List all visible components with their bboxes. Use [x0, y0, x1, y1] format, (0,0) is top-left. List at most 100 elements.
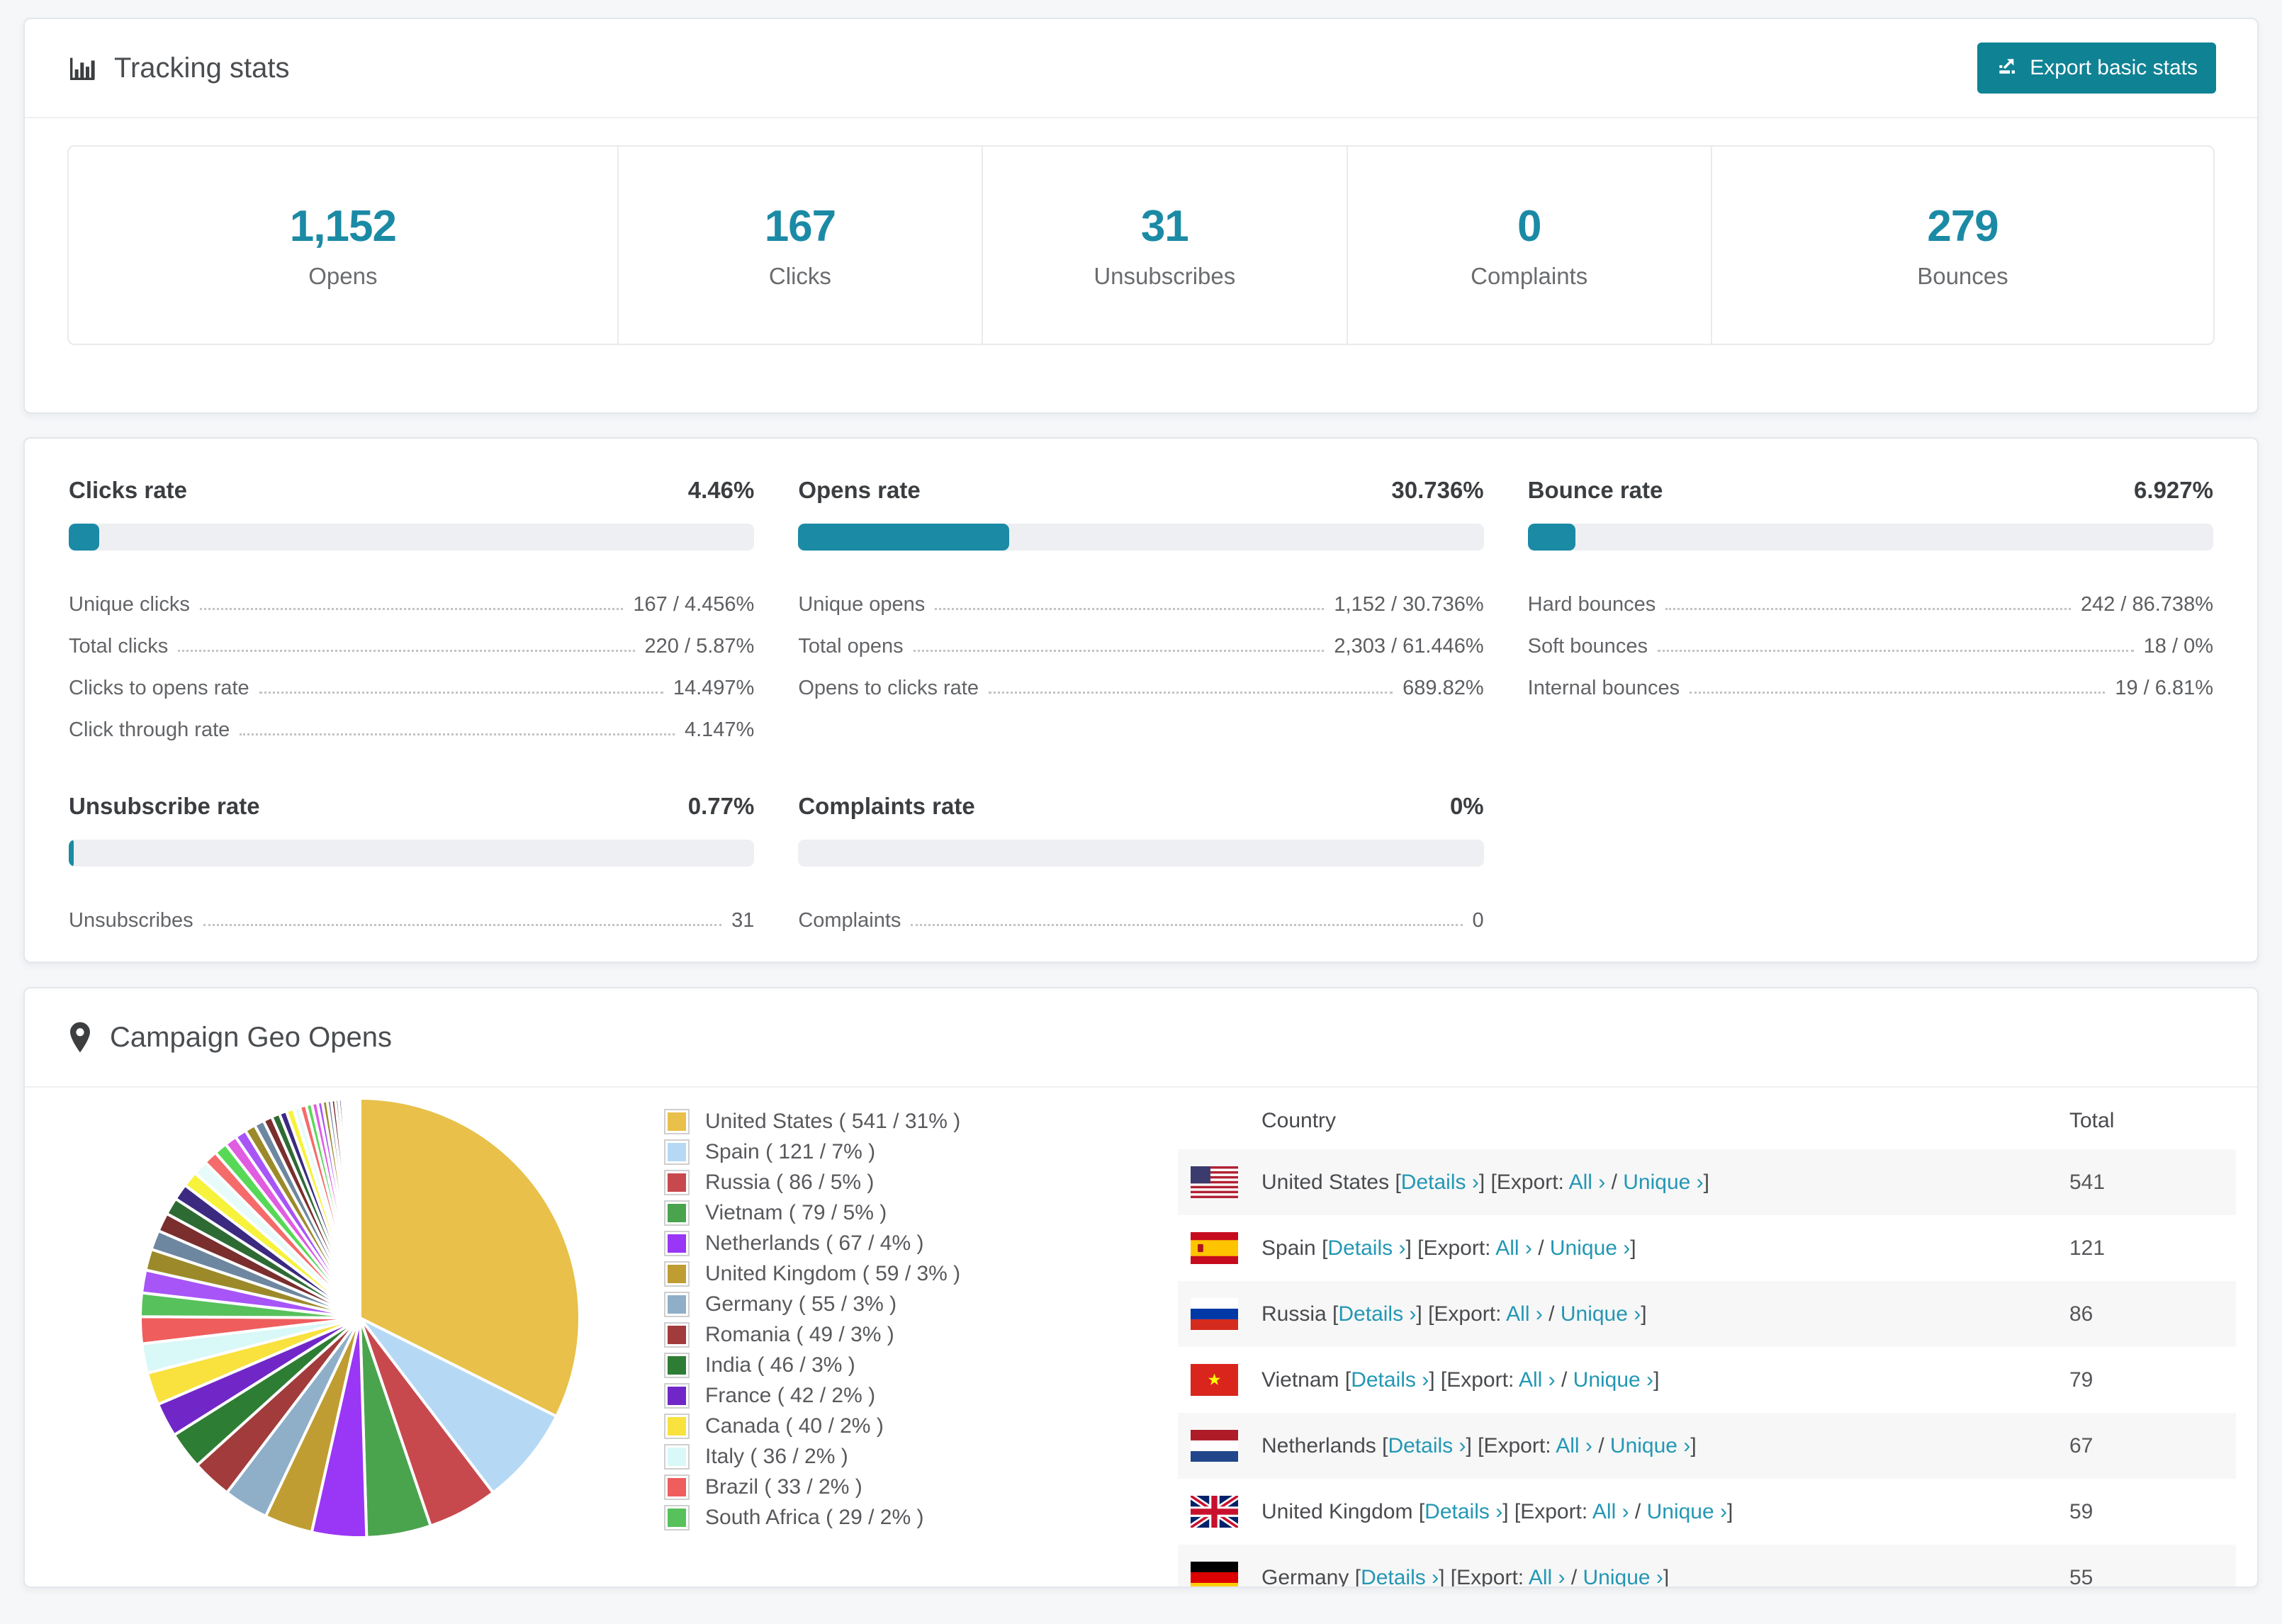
stat-cell: 0 Complaints — [1348, 147, 1712, 344]
rates-row-2: Unsubscribe rate 0.77% Unsubscribes 31 C… — [69, 793, 2213, 932]
stat-label: Bounces — [1917, 262, 2008, 289]
metric-row: Click through rate 4.147% — [69, 700, 754, 742]
legend-swatch — [664, 1261, 690, 1287]
export-unique-link[interactable]: Unique › — [1583, 1566, 1663, 1587]
rate-progress-bar — [69, 524, 755, 551]
country-name: Russia — [1261, 1302, 1327, 1326]
legend-item[interactable]: Italy ( 36 / 2% ) — [664, 1441, 960, 1472]
metric-label: Hard bounces — [1527, 593, 1656, 616]
details-link[interactable]: Details › — [1388, 1434, 1466, 1457]
country-cell: Vietnam [Details ›] [Export: All › / Uni… — [1261, 1368, 1660, 1392]
legend-item[interactable]: Netherlands ( 67 / 4% ) — [664, 1228, 960, 1258]
legend-item[interactable]: United Kingdom ( 59 / 3% ) — [664, 1258, 960, 1289]
rate-title: Clicks rate — [69, 477, 187, 503]
country-flag-icon — [1191, 1496, 1238, 1528]
export-unique-link[interactable]: Unique › — [1647, 1500, 1727, 1523]
metric-label: Internal bounces — [1527, 677, 1680, 699]
export-basic-stats-button[interactable]: Export basic stats — [1977, 43, 2216, 94]
stat-label: Complaints — [1471, 262, 1588, 289]
rate-panel: Complaints rate 0% Complaints 0 — [798, 793, 1484, 932]
country-total: 79 — [2069, 1368, 2093, 1392]
legend-swatch — [664, 1321, 690, 1348]
stat-label: Unsubscribes — [1094, 262, 1236, 289]
legend-item[interactable]: Spain ( 121 / 7% ) — [664, 1137, 960, 1167]
export-all-link[interactable]: All › — [1569, 1171, 1606, 1194]
rate-panel: Opens rate 30.736% Unique opens 1,152 / … — [798, 477, 1484, 742]
legend-swatch — [664, 1474, 690, 1500]
rate-panel: Unsubscribe rate 0.77% Unsubscribes 31 — [69, 793, 755, 932]
map-pin-icon — [66, 1021, 94, 1054]
export-unique-link[interactable]: Unique › — [1550, 1236, 1630, 1260]
metric-row: Complaints 0 — [798, 891, 1483, 932]
table-row: Netherlands [Details ›] [Export: All › /… — [1178, 1413, 2236, 1479]
country-name: United States — [1261, 1170, 1390, 1194]
tracking-stats-title: Tracking stats — [66, 52, 289, 84]
pie-slice[interactable] — [357, 1096, 361, 1319]
table-row: United Kingdom [Details ›] [Export: All … — [1178, 1479, 2236, 1545]
dotted-leader — [203, 924, 722, 926]
rate-value: 30.736% — [1391, 477, 1484, 503]
legend-item[interactable]: South Africa ( 29 / 2% ) — [664, 1502, 960, 1533]
details-link[interactable]: Details › — [1327, 1236, 1405, 1260]
legend-label: France ( 42 / 2% ) — [705, 1383, 876, 1407]
rate-progress-fill — [1527, 524, 1575, 551]
metric-row: Total clicks 220 / 5.87% — [69, 616, 754, 658]
legend-item[interactable]: Canada ( 40 / 2% ) — [664, 1411, 960, 1441]
legend-item[interactable]: United States ( 541 / 31% ) — [664, 1106, 960, 1137]
export-all-link[interactable]: All › — [1506, 1302, 1543, 1326]
metric-label: Soft bounces — [1527, 635, 1648, 658]
details-link[interactable]: Details › — [1338, 1302, 1416, 1326]
rates-row-1: Clicks rate 4.46% Unique clicks 167 / 4.… — [69, 477, 2213, 742]
legend-swatch — [664, 1382, 690, 1409]
details-link[interactable]: Details › — [1401, 1171, 1479, 1194]
legend-label: Russia ( 86 / 5% ) — [705, 1170, 875, 1194]
rate-title: Complaints rate — [798, 793, 975, 819]
legend-swatch — [664, 1139, 690, 1165]
rate-progress-bar — [798, 840, 1484, 867]
export-unique-link[interactable]: Unique › — [1610, 1434, 1690, 1457]
legend-item[interactable]: France ( 42 / 2% ) — [664, 1380, 960, 1411]
export-unique-link[interactable]: Unique › — [1573, 1368, 1653, 1392]
export-all-link[interactable]: All › — [1556, 1434, 1592, 1457]
rate-progress-bar — [1527, 524, 2213, 551]
legend-item[interactable]: India ( 46 / 3% ) — [664, 1350, 960, 1380]
export-all-link[interactable]: All › — [1529, 1566, 1566, 1587]
legend-label: Netherlands ( 67 / 4% ) — [705, 1231, 924, 1255]
details-link[interactable]: Details › — [1351, 1368, 1429, 1392]
metric-row: Hard bounces 242 / 86.738% — [1528, 575, 2213, 616]
geo-table-header: Country Total — [1178, 1093, 2236, 1149]
stat-cell: 1,152 Opens — [69, 147, 619, 344]
legend-label: Italy ( 36 / 2% ) — [705, 1444, 848, 1468]
country-name: Netherlands — [1261, 1433, 1376, 1457]
dotted-leader — [988, 692, 1393, 694]
stat-cell: 279 Bounces — [1712, 147, 2213, 344]
legend-label: India ( 46 / 3% ) — [705, 1353, 855, 1377]
rate-progress-fill — [69, 840, 74, 867]
geo-title-group: Campaign Geo Opens — [66, 1021, 392, 1054]
export-all-link[interactable]: All › — [1592, 1500, 1629, 1523]
metric-label: Unsubscribes — [69, 909, 193, 932]
details-link[interactable]: Details › — [1361, 1566, 1439, 1587]
stat-value: 1,152 — [289, 201, 397, 251]
tracking-stats-header: Tracking stats Export basic stats — [25, 19, 2257, 118]
export-unique-link[interactable]: Unique › — [1623, 1171, 1703, 1194]
legend-item[interactable]: Russia ( 86 / 5% ) — [664, 1167, 960, 1197]
dotted-leader — [935, 608, 1325, 610]
metric-value: 2,303 / 61.446% — [1334, 635, 1484, 658]
legend-item[interactable]: Brazil ( 33 / 2% ) — [664, 1472, 960, 1502]
export-all-link[interactable]: All › — [1519, 1368, 1556, 1392]
metric-value: 1,152 / 30.736% — [1334, 593, 1484, 616]
dotted-leader — [178, 650, 635, 652]
table-row: Spain [Details ›] [Export: All › / Uniqu… — [1178, 1215, 2236, 1281]
metric-value: 689.82% — [1403, 677, 1484, 699]
export-unique-link[interactable]: Unique › — [1561, 1302, 1641, 1326]
legend-item[interactable]: Vietnam ( 79 / 5% ) — [664, 1197, 960, 1228]
metric-row: Unsubscribes 31 — [69, 891, 754, 932]
legend-item[interactable]: Germany ( 55 / 3% ) — [664, 1289, 960, 1319]
details-link[interactable]: Details › — [1424, 1500, 1502, 1523]
rate-value: 4.46% — [687, 477, 755, 503]
campaign-geo-opens-card: Campaign Geo Opens United States ( 541 /… — [23, 987, 2259, 1588]
export-icon — [1996, 54, 2018, 82]
export-all-link[interactable]: All › — [1495, 1236, 1532, 1260]
legend-item[interactable]: Romania ( 49 / 3% ) — [664, 1319, 960, 1350]
